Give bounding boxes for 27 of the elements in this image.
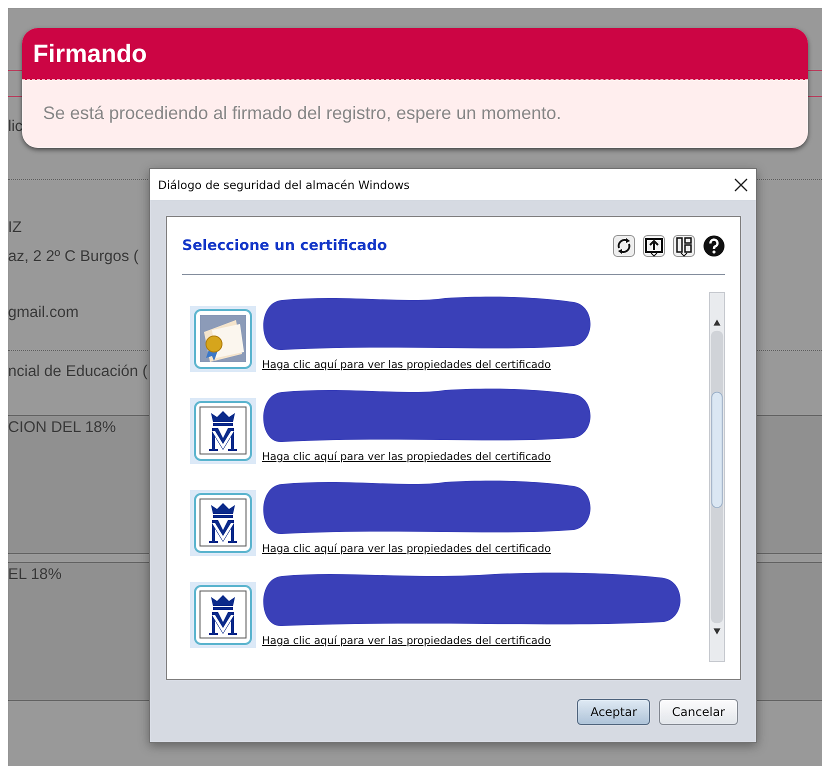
crown-m-icon xyxy=(190,582,256,648)
accept-button[interactable]: Aceptar xyxy=(577,699,650,725)
close-icon[interactable] xyxy=(734,178,748,192)
scrollbar[interactable] xyxy=(709,292,725,662)
certificate-properties-link[interactable]: Haga clic aquí para ver las propiedades del certificado xyxy=(262,543,551,556)
certificate-icon xyxy=(190,306,256,372)
page-text: az, 2 2º C Burgos ( xyxy=(8,248,139,266)
layout-icon[interactable] xyxy=(673,234,695,256)
page-text: IZ xyxy=(8,219,22,237)
dialog-title: Diálogo de seguridad del almacén Windows xyxy=(158,178,410,192)
crown-m-icon xyxy=(190,398,256,464)
page-text: lic xyxy=(8,118,23,136)
certificate-properties-link[interactable]: Haga clic aquí para ver las propiedades del certificado xyxy=(262,635,551,648)
dialog-heading: Seleccione un certificado xyxy=(182,238,388,254)
help-icon[interactable] xyxy=(703,234,725,256)
upload-icon[interactable] xyxy=(643,234,665,256)
refresh-icon[interactable] xyxy=(613,234,635,256)
modal-message: Se está procediendo al firmado del registro, espere un momento. xyxy=(42,102,562,124)
crown-m-icon xyxy=(190,490,256,556)
page-text: CION DEL 18% xyxy=(8,419,116,437)
page-text: ncial de Educación ( xyxy=(8,363,148,381)
certificate-properties-link[interactable]: Haga clic aquí para ver las propiedades del certificado xyxy=(262,451,551,464)
cancel-button[interactable]: Cancelar xyxy=(659,699,738,725)
modal-title: Firmando xyxy=(33,38,147,68)
certificate-properties-link[interactable]: Haga clic aquí para ver las propiedades del certificado xyxy=(262,359,551,372)
page-text: gmail.com xyxy=(8,304,79,322)
page-text: EL 18% xyxy=(8,566,62,584)
